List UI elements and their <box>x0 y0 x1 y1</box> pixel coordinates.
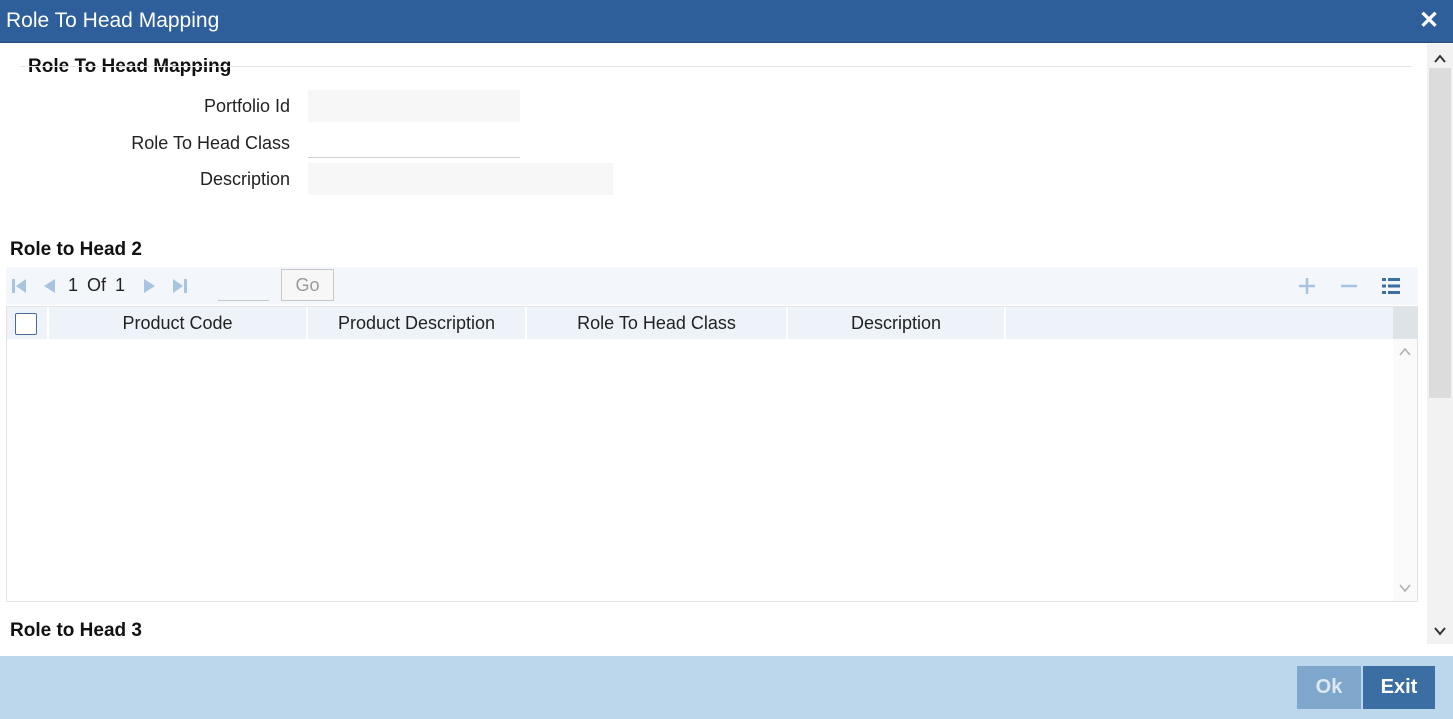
add-row-icon[interactable] <box>1296 275 1318 297</box>
description-input[interactable] <box>308 163 613 195</box>
grid-scrollbar[interactable] <box>1393 307 1417 601</box>
total-pages: 1 <box>115 275 126 295</box>
ok-button[interactable]: Ok <box>1297 666 1361 709</box>
section-title-role-to-head-2: Role to Head 2 <box>10 239 142 260</box>
description-label: Description <box>199 169 290 189</box>
previous-page-icon[interactable] <box>40 277 58 295</box>
page-of-label: Of <box>87 275 107 295</box>
role-to-head-class-label: Role To Head Class <box>131 133 290 153</box>
go-button[interactable]: Go <box>281 269 334 301</box>
section-divider <box>20 66 1412 67</box>
portfolio-id-label: Portfolio Id <box>203 96 290 116</box>
section-title-role-to-head-mapping: Role To Head Mapping <box>28 56 232 77</box>
select-all-cell <box>7 307 49 339</box>
close-icon[interactable]: ✕ <box>1417 8 1441 34</box>
next-page-icon[interactable] <box>141 277 159 295</box>
grid-scrollbar-header <box>1393 307 1417 339</box>
scrollbar-thumb[interactable] <box>1429 68 1451 398</box>
window-titlebar: Role To Head Mapping ✕ <box>0 0 1453 43</box>
scroll-up-icon[interactable] <box>1433 52 1447 66</box>
section-title-role-to-head-3: Role to Head 3 <box>10 620 142 641</box>
data-grid: Product Code Product Description Role To… <box>6 306 1418 602</box>
column-header-role-to-head-class[interactable]: Role To Head Class <box>527 307 788 339</box>
portfolio-id-input[interactable] <box>308 90 520 122</box>
dialog-footer: Ok Exit <box>0 656 1453 719</box>
page-scrollbar[interactable] <box>1427 44 1453 644</box>
current-page: 1 <box>68 275 79 295</box>
delete-row-icon[interactable] <box>1338 275 1360 297</box>
grid-scroll-down-icon[interactable] <box>1398 581 1412 595</box>
window-title: Role To Head Mapping <box>6 9 220 32</box>
exit-button[interactable]: Exit <box>1363 666 1435 709</box>
grid-toolbar: 1 Of 1 Go <box>6 267 1418 305</box>
first-page-icon[interactable] <box>10 277 28 295</box>
column-header-product-description[interactable]: Product Description <box>308 307 527 339</box>
page-number-input[interactable] <box>218 270 269 301</box>
single-view-icon[interactable] <box>1380 275 1402 297</box>
column-header-product-code[interactable]: Product Code <box>49 307 308 339</box>
grid-header-row: Product Code Product Description Role To… <box>7 307 1393 339</box>
scroll-down-icon[interactable] <box>1433 624 1447 638</box>
grid-scroll-up-icon[interactable] <box>1398 345 1412 359</box>
select-all-checkbox[interactable] <box>15 313 37 335</box>
column-header-description[interactable]: Description <box>788 307 1006 339</box>
role-to-head-class-input[interactable] <box>308 126 520 158</box>
last-page-icon[interactable] <box>171 277 189 295</box>
